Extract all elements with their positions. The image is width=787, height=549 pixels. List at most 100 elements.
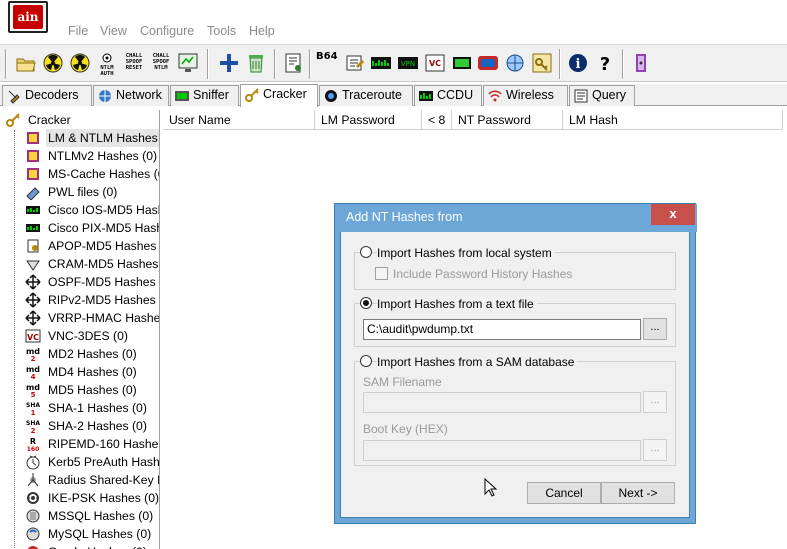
toolbar-separator (207, 49, 209, 79)
certificate-icon[interactable] (282, 51, 306, 75)
chall-spoof-ntlm-icon[interactable]: CHALL SPOOF NTLM (149, 51, 173, 75)
column-lm-hash[interactable]: LM Hash (563, 110, 783, 130)
menu-view[interactable]: View (100, 24, 127, 38)
tree-item-label: Kerb5 PreAuth Hashe (48, 455, 160, 469)
mouse-pointer-icon (484, 477, 498, 498)
hash-type-icon: md 2 (25, 346, 41, 363)
vnc-icon[interactable]: VC (423, 51, 447, 75)
menu-tools[interactable]: Tools (207, 24, 236, 38)
help-icon[interactable]: ? (593, 51, 617, 75)
open-folder-icon[interactable] (14, 51, 38, 75)
ntlm-auth-label: NTLM AUTH (100, 65, 114, 77)
checkbox-include-history[interactable] (375, 267, 388, 280)
tab-label: Query (592, 88, 627, 102)
column-nt-password[interactable]: NT Password (452, 110, 563, 130)
hash-type-icon: md 4 (25, 364, 41, 381)
tree-item-label: MSSQL Hashes (0) (48, 509, 154, 523)
svg-text:2: 2 (31, 355, 36, 362)
tab-bar: Decoders Network Sniffer Cracker Tracero… (0, 84, 787, 107)
radioactive-icon[interactable] (41, 51, 65, 75)
tab-label: Network (116, 88, 162, 102)
svg-text:5: 5 (31, 391, 36, 398)
traceroute-icon (323, 88, 339, 104)
column-less-than-8[interactable]: < 8 (422, 110, 452, 130)
hash-type-icon (25, 472, 41, 488)
wireless-icon (487, 88, 503, 104)
column-user-name[interactable]: User Name (163, 110, 315, 130)
tree-item-label: CRAM-MD5 Hashes ( (48, 257, 160, 271)
tab-decoders[interactable]: Decoders (2, 85, 92, 106)
next-button[interactable]: Next -> (601, 482, 675, 504)
hash-type-icon (25, 256, 41, 272)
close-button[interactable]: x (651, 204, 695, 225)
svg-text:VPN: VPN (401, 60, 415, 68)
svg-text:?: ? (600, 54, 610, 75)
hash-type-icon (25, 544, 41, 549)
menu-file[interactable]: File (68, 24, 88, 38)
radioactive-icon[interactable] (68, 51, 92, 75)
hash-icon[interactable] (450, 51, 474, 75)
hash-type-icon (25, 310, 41, 326)
column-lm-password[interactable]: LM Password (315, 110, 422, 130)
key-icon[interactable] (530, 51, 554, 75)
svg-text:160: 160 (27, 446, 40, 452)
text-file-path-input[interactable]: C:\audit\pwdump.txt (363, 319, 641, 340)
browse-boot-key-button[interactable]: ... (643, 439, 667, 461)
toolbar-separator (559, 49, 561, 79)
vpn-icon[interactable]: VPN (396, 51, 420, 75)
tab-label: Wireless (506, 88, 554, 102)
cracker-tree: Cracker LM & NTLM Hashes NTLMv2 Hashes (0… (0, 110, 160, 549)
browse-text-file-button[interactable]: ... (643, 318, 667, 340)
toolbar-separator (274, 49, 276, 79)
tab-ccdu[interactable]: CCDU (414, 85, 482, 106)
toolbar-separator (309, 49, 311, 79)
monitor-icon[interactable] (176, 51, 200, 75)
tab-query[interactable]: Query (569, 85, 635, 106)
hash-type-icon (25, 508, 41, 524)
menu-help[interactable]: Help (249, 24, 275, 38)
tree-item-label: VNC-3DES (0) (48, 329, 128, 343)
tab-cracker[interactable]: Cracker (240, 84, 318, 107)
hash-type-icon (25, 130, 41, 146)
ntlm-auth-icon[interactable]: NTLM AUTH (95, 51, 119, 77)
add-icon[interactable] (217, 51, 241, 75)
label-include-history: Include Password History Hashes (393, 267, 573, 281)
ccdu-icon (418, 88, 434, 104)
svg-text:R: R (30, 437, 36, 446)
hash-type-icon: VC (25, 328, 41, 344)
radio-text-file[interactable] (360, 297, 372, 309)
browse-sam-button[interactable]: ... (643, 391, 667, 413)
svg-text:VC: VC (429, 59, 441, 68)
tree-item-label: Oracle Hashes (0) (46, 543, 149, 549)
tree-item-label: RIPEMD-160 Hashes (48, 437, 160, 451)
toolbar: NTLM AUTH CHALL SPOOF RESET CHALL SPOOF … (0, 44, 787, 82)
radio-sam-database[interactable] (360, 355, 372, 367)
hash-type-icon (25, 202, 41, 218)
led-icon[interactable] (369, 51, 393, 75)
sam-filename-input[interactable] (363, 392, 641, 413)
tab-wireless[interactable]: Wireless (483, 85, 568, 106)
svg-text:i: i (576, 57, 581, 72)
label-sam-filename: SAM Filename (363, 375, 442, 389)
radio-local-system[interactable] (360, 246, 372, 258)
network-icon[interactable] (503, 51, 527, 75)
tree-item-label: MD4 Hashes (0) (48, 365, 137, 379)
tab-traceroute[interactable]: Traceroute (319, 85, 413, 106)
svg-text:SHA: SHA (26, 402, 40, 409)
base64-icon[interactable]: B64 (316, 51, 340, 75)
password-icon[interactable] (343, 51, 367, 75)
exit-icon[interactable] (629, 51, 653, 75)
cracker-icon (244, 87, 260, 103)
screen-icon[interactable] (476, 51, 500, 75)
cancel-button[interactable]: Cancel (527, 482, 601, 504)
menu-configure[interactable]: Configure (140, 24, 194, 38)
tab-sniffer[interactable]: Sniffer (170, 85, 239, 106)
tab-network[interactable]: Network (93, 85, 169, 106)
remove-icon[interactable] (244, 51, 268, 75)
query-icon (573, 88, 589, 104)
boot-key-input[interactable] (363, 440, 641, 461)
chall-spoof-reset-icon[interactable]: CHALL SPOOF RESET (122, 51, 146, 75)
tree-item-label: MySQL Hashes (0) (48, 527, 152, 541)
label-sam-database: Import Hashes from a SAM database (377, 355, 578, 369)
info-icon[interactable]: i (566, 51, 590, 75)
